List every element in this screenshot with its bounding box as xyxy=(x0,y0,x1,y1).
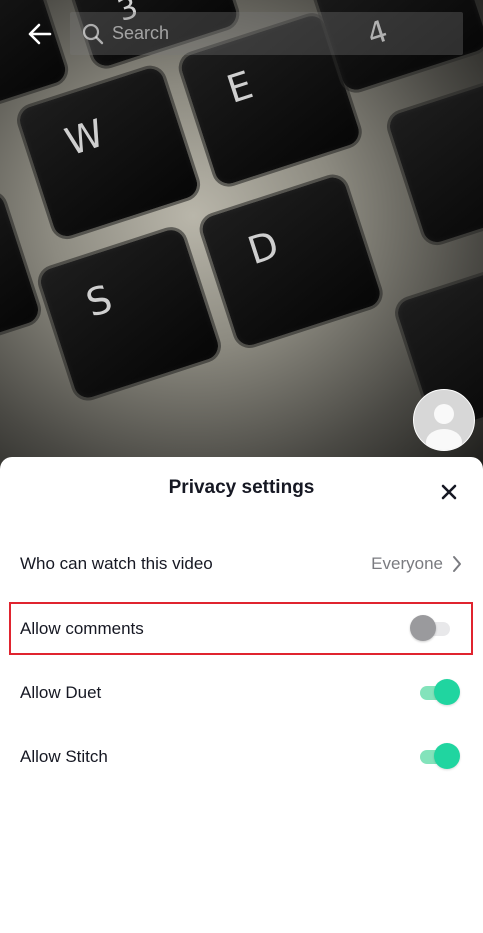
keyboard-key: W xyxy=(16,64,201,240)
keyboard-key xyxy=(0,190,42,366)
allow-duet-row: Allow Duet xyxy=(0,661,483,725)
row-label: Allow Stitch xyxy=(20,747,108,766)
row-label: Who can watch this video xyxy=(20,554,213,573)
keyboard-image: W E S D # 3 $ 4 xyxy=(0,0,483,480)
search-input[interactable]: Search xyxy=(70,12,463,55)
arrow-left-icon xyxy=(28,23,52,45)
key-letter: D xyxy=(242,222,284,274)
close-icon xyxy=(441,484,457,500)
avatar[interactable] xyxy=(413,389,475,451)
back-button[interactable] xyxy=(20,16,58,52)
highlight-box xyxy=(9,602,473,655)
key-letter: W xyxy=(59,110,110,165)
key-letter: E xyxy=(221,62,259,112)
privacy-settings-sheet: Privacy settings Who can watch this vide… xyxy=(0,457,483,933)
chevron-right-icon xyxy=(453,556,461,572)
key-letter: S xyxy=(80,276,118,326)
search-placeholder: Search xyxy=(112,23,170,43)
sheet-title: Privacy settings xyxy=(168,477,315,498)
who-can-watch-row[interactable]: Who can watch this video Everyone xyxy=(0,532,483,596)
toggle-knob xyxy=(434,743,460,769)
search-icon xyxy=(82,23,104,44)
keyboard-key: D xyxy=(198,173,384,349)
keyboard-key xyxy=(386,70,483,246)
allow-stitch-row: Allow Stitch xyxy=(0,725,483,789)
default-user-icon xyxy=(426,404,462,450)
allow-stitch-toggle[interactable] xyxy=(418,742,462,772)
visibility-value: Everyone xyxy=(371,554,443,573)
toggle-knob xyxy=(434,679,460,705)
video-background[interactable]: W E S D # 3 $ 4 xyxy=(0,0,483,480)
close-button[interactable] xyxy=(436,479,462,505)
row-label: Allow Duet xyxy=(20,683,102,702)
keyboard-key: S xyxy=(37,226,222,402)
allow-duet-toggle[interactable] xyxy=(418,678,462,708)
